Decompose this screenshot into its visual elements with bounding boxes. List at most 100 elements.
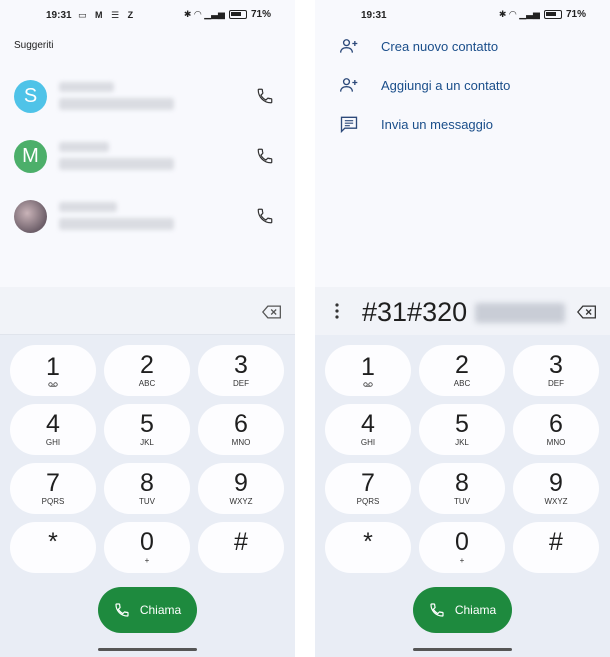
battery-percent: 71% bbox=[565, 9, 586, 20]
contact-name-blurred bbox=[59, 142, 109, 152]
key-star[interactable]: * bbox=[10, 522, 96, 573]
phone-icon[interactable] bbox=[256, 207, 274, 225]
dialed-number-blurred bbox=[475, 303, 565, 323]
key-8[interactable]: 8 TUV bbox=[104, 463, 190, 514]
add-to-contact-item[interactable]: Aggiungi a un contatto bbox=[339, 74, 510, 96]
call-label: Chiama bbox=[454, 603, 497, 617]
key-hash[interactable]: # bbox=[513, 522, 599, 573]
key-digit: 8 bbox=[140, 469, 154, 497]
key-5[interactable]: 5 JKL bbox=[104, 404, 190, 455]
number-field[interactable] bbox=[0, 287, 295, 335]
status-time: 19:31 bbox=[361, 10, 387, 21]
voicemail-icon bbox=[48, 381, 58, 387]
key-digit: 0 bbox=[455, 528, 469, 556]
add-person-icon bbox=[340, 78, 358, 92]
key-6[interactable]: 6 MNO bbox=[198, 404, 284, 455]
status-icons: ✱ ◠ ▁▃▅ 71% bbox=[184, 9, 271, 20]
status-icons: ✱ ◠ ▁▃▅ 71% bbox=[499, 9, 586, 20]
avatar bbox=[14, 200, 47, 233]
key-4[interactable]: 4 GHI bbox=[325, 404, 411, 455]
status-bar: 19:31 ▭ M ☰ Z ✱ ◠ ▁▃▅ 71% bbox=[0, 8, 295, 26]
key-digit: 2 bbox=[455, 351, 469, 379]
call-label: Chiama bbox=[139, 603, 182, 617]
key-digit: 2 bbox=[140, 351, 154, 379]
voicemail-icon bbox=[363, 381, 373, 387]
key-hash[interactable]: # bbox=[198, 522, 284, 573]
notification-icons: ▭ M ☰ Z bbox=[78, 10, 137, 20]
contact-row[interactable]: M bbox=[14, 136, 284, 176]
key-letters: WXYZ bbox=[229, 497, 253, 506]
key-2[interactable]: 2 ABC bbox=[104, 345, 190, 396]
key-digit: 5 bbox=[140, 410, 154, 438]
send-message-label: Invia un messaggio bbox=[381, 116, 494, 132]
phone-icon bbox=[115, 603, 129, 617]
phone-icon[interactable] bbox=[256, 147, 274, 165]
key-8[interactable]: 8 TUV bbox=[419, 463, 505, 514]
key-2[interactable]: 2 ABC bbox=[419, 345, 505, 396]
key-letters: GHI bbox=[45, 438, 61, 447]
battery-icon bbox=[543, 10, 562, 19]
key-star[interactable]: * bbox=[325, 522, 411, 573]
key-digit: 6 bbox=[549, 410, 563, 438]
key-digit: 9 bbox=[234, 469, 248, 497]
contact-name-blurred bbox=[59, 82, 114, 92]
key-1[interactable]: 1 bbox=[325, 345, 411, 396]
home-indicator[interactable] bbox=[413, 648, 512, 651]
key-0[interactable]: 0 + bbox=[104, 522, 190, 573]
phone-icon[interactable] bbox=[256, 87, 274, 105]
backspace-icon[interactable] bbox=[262, 305, 282, 319]
backspace-icon[interactable] bbox=[577, 305, 597, 319]
contact-detail-blurred bbox=[59, 218, 174, 230]
key-letters: PQRS bbox=[356, 497, 380, 506]
key-5[interactable]: 5 JKL bbox=[419, 404, 505, 455]
key-3[interactable]: 3 DEF bbox=[198, 345, 284, 396]
dialer-screen-left: 19:31 ▭ M ☰ Z ✱ ◠ ▁▃▅ 71% Suggeriti S M … bbox=[0, 0, 295, 657]
key-letters: MNO bbox=[546, 438, 566, 447]
phone-icon bbox=[430, 603, 444, 617]
contact-row[interactable]: S bbox=[14, 76, 284, 116]
key-letters: + bbox=[144, 556, 150, 565]
key-letters: ABC bbox=[453, 379, 471, 388]
key-letters: DEF bbox=[233, 379, 249, 388]
send-message-item[interactable]: Invia un messaggio bbox=[339, 113, 493, 135]
key-digit: 9 bbox=[549, 469, 563, 497]
key-digit: 7 bbox=[46, 469, 60, 497]
key-6[interactable]: 6 MNO bbox=[513, 404, 599, 455]
create-contact-item[interactable]: Crea nuovo contatto bbox=[339, 35, 498, 57]
number-field[interactable]: #31#320 bbox=[315, 287, 610, 335]
battery-icon bbox=[228, 10, 247, 19]
key-1[interactable]: 1 bbox=[10, 345, 96, 396]
key-4[interactable]: 4 GHI bbox=[10, 404, 96, 455]
home-indicator[interactable] bbox=[98, 648, 197, 651]
key-digit: # bbox=[234, 528, 248, 556]
key-digit: 1 bbox=[361, 352, 375, 381]
signal-icon: ✱ ◠ ▁▃▅ bbox=[498, 9, 540, 19]
key-9[interactable]: 9 WXYZ bbox=[513, 463, 599, 514]
key-digit: 6 bbox=[234, 410, 248, 438]
avatar: M bbox=[14, 140, 47, 173]
key-digit: 0 bbox=[140, 528, 154, 556]
create-contact-label: Crea nuovo contatto bbox=[381, 38, 499, 54]
key-letters: TUV bbox=[454, 497, 470, 506]
call-button[interactable]: Chiama bbox=[98, 587, 197, 633]
key-digit: 8 bbox=[455, 469, 469, 497]
key-digit: 1 bbox=[46, 352, 60, 381]
key-9[interactable]: 9 WXYZ bbox=[198, 463, 284, 514]
key-letters: MNO bbox=[231, 438, 251, 447]
status-time: 19:31 bbox=[46, 10, 72, 21]
key-0[interactable]: 0 + bbox=[419, 522, 505, 573]
key-3[interactable]: 3 DEF bbox=[513, 345, 599, 396]
more-options-icon[interactable] bbox=[335, 303, 339, 319]
key-letters: + bbox=[459, 556, 465, 565]
suggested-title: Suggeriti bbox=[14, 40, 54, 51]
key-digit: 7 bbox=[361, 469, 375, 497]
key-letters: TUV bbox=[139, 497, 155, 506]
contact-detail-blurred bbox=[59, 98, 174, 110]
call-button[interactable]: Chiama bbox=[413, 587, 512, 633]
key-7[interactable]: 7 PQRS bbox=[325, 463, 411, 514]
key-digit: 3 bbox=[549, 351, 563, 379]
key-7[interactable]: 7 PQRS bbox=[10, 463, 96, 514]
contact-row[interactable] bbox=[14, 196, 284, 236]
key-letters: WXYZ bbox=[544, 497, 568, 506]
key-letters: JKL bbox=[455, 438, 469, 447]
